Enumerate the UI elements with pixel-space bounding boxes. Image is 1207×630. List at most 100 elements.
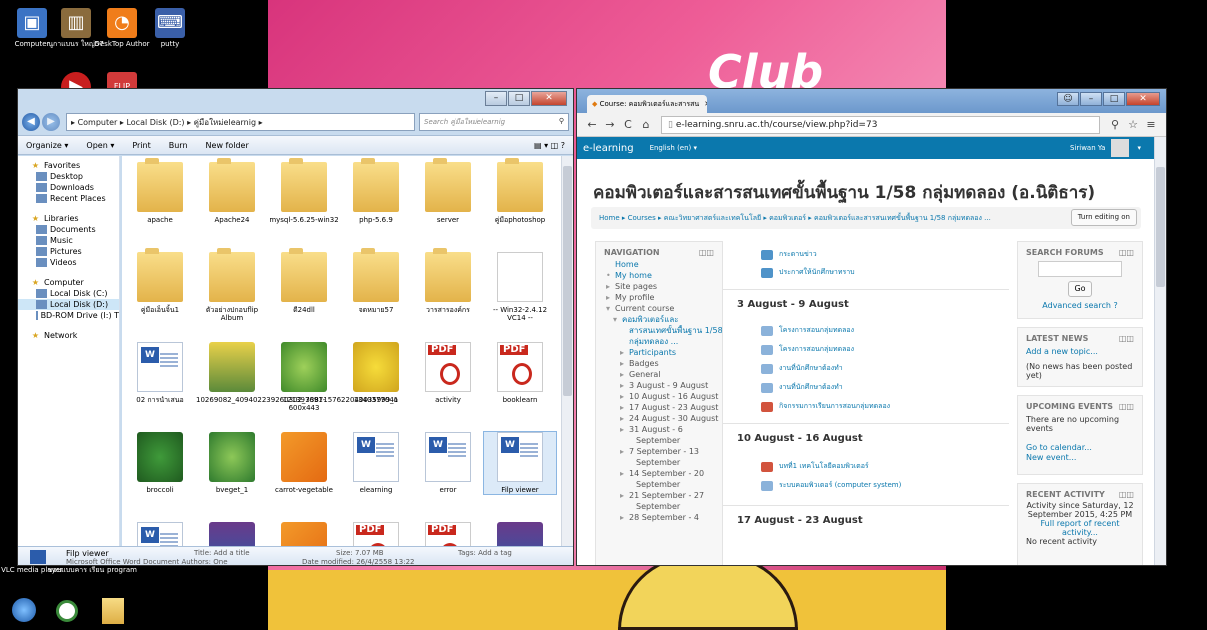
file-item[interactable]: PDF xyxy=(412,522,484,546)
file-item[interactable]: ดี24dll xyxy=(268,248,340,314)
nav-tree-item[interactable]: Home xyxy=(606,259,722,270)
nav-item[interactable]: ★ Computer xyxy=(18,277,119,288)
chevron-down-icon[interactable]: ▾ xyxy=(1137,144,1141,152)
minimize-icon[interactable]: – xyxy=(485,91,507,106)
file-item[interactable]: 10269082_409402239260302_338715762204003… xyxy=(196,342,398,404)
nav-item[interactable]: Documents xyxy=(18,224,119,235)
nav-tree-item[interactable]: ▸ My profile xyxy=(606,292,722,303)
file-item[interactable]: PDF xyxy=(340,522,412,546)
site-name-link[interactable]: e-learning xyxy=(583,143,634,154)
block-controls-icon[interactable]: ◫◫ xyxy=(1119,248,1134,257)
breadcrumb-item[interactable]: คอมพิวเตอร์และสารสนเทศขั้นพื้นฐาน 1/58 ก… xyxy=(814,214,991,222)
seal-icon[interactable] xyxy=(56,600,78,622)
nav-item[interactable]: ★ Libraries xyxy=(18,213,119,224)
new-event-link[interactable]: New event... xyxy=(1018,452,1142,463)
turn-editing-on-button[interactable]: Turn editing on xyxy=(1070,209,1137,226)
details-title[interactable]: Title: Add a title xyxy=(194,549,250,557)
breadcrumb-item[interactable]: Home xyxy=(599,214,620,222)
nav-tree-item[interactable]: September xyxy=(606,501,722,512)
avatar[interactable] xyxy=(1111,139,1130,157)
organize-button[interactable]: Organize ▾ xyxy=(26,141,68,150)
nav-tree-item[interactable]: September xyxy=(606,435,722,446)
activity-link[interactable]: ระบบคอมพิวเตอร์ (computer system) xyxy=(761,480,901,491)
close-icon[interactable]: ✕ xyxy=(531,91,567,106)
nav-item[interactable]: Desktop xyxy=(18,171,119,182)
file-item[interactable]: -- Win32-2.4.12 VC14 -- xyxy=(484,252,556,322)
explorer-titlebar[interactable]: – □ ✕ xyxy=(18,89,573,111)
full-report-link[interactable]: Full report of recent activity... xyxy=(1018,519,1142,537)
nav-item[interactable]: Downloads xyxy=(18,182,119,193)
forward-icon[interactable]: ▶ xyxy=(42,113,60,131)
nav-tree-item[interactable]: ▸ General xyxy=(606,369,722,380)
zoom-icon[interactable]: ⚲ xyxy=(1106,118,1124,131)
go-button[interactable]: Go xyxy=(1068,281,1092,297)
file-item[interactable]: คู่มือphotoshop xyxy=(484,158,556,224)
file-item[interactable]: Werror xyxy=(412,432,484,494)
nav-item[interactable]: Videos xyxy=(18,257,119,268)
nav-tree-item[interactable]: ▸ 21 September - 27 xyxy=(606,490,722,501)
address-bar[interactable]: ▸ Computer ▸ Local Disk (D:) ▸ คู่มือใหม… xyxy=(66,113,415,131)
user-menu[interactable]: Siriwan Ya xyxy=(1070,144,1106,152)
file-item[interactable] xyxy=(196,522,268,546)
nav-tree-item[interactable]: ▾ คอมพิวเตอร์และ xyxy=(606,314,722,325)
nav-item[interactable]: Music xyxy=(18,235,119,246)
burn-button[interactable]: Burn xyxy=(169,141,188,150)
breadcrumb-item[interactable]: Courses xyxy=(628,214,656,222)
block-controls-icon[interactable]: ◫◫ xyxy=(1119,334,1134,343)
search-input[interactable]: Search คู่มือใหม่elearnig ⚲ xyxy=(419,113,569,131)
file-item[interactable]: apache xyxy=(124,158,196,224)
add-topic-link[interactable]: Add a new topic... xyxy=(1018,345,1142,358)
browser-tab[interactable]: ◆ Course: คอมพิวเตอร์และสารสน ✕ xyxy=(587,95,707,113)
advanced-search-link[interactable]: Advanced search xyxy=(1042,301,1111,310)
new-folder-button[interactable]: New folder xyxy=(206,141,249,150)
star-icon[interactable]: ☆ xyxy=(1124,118,1142,131)
nav-tree-item[interactable]: กลุ่มทดลอง ... xyxy=(606,336,722,347)
desktop-icon-program[interactable]: program xyxy=(90,566,154,574)
path-segment[interactable]: Local Disk (D:) xyxy=(126,118,184,127)
maximize-icon[interactable]: □ xyxy=(508,91,530,106)
nav-tree-item[interactable]: September xyxy=(606,457,722,468)
open-button[interactable]: Open ▾ xyxy=(86,141,114,150)
maximize-icon[interactable]: □ xyxy=(1103,92,1125,106)
language-menu[interactable]: English (en) ▾ xyxy=(650,144,697,152)
desktop-icon-putty[interactable]: ⌨ putty xyxy=(138,8,202,48)
file-item[interactable]: W xyxy=(124,522,196,546)
tab-close-icon[interactable]: ✕ xyxy=(704,100,707,108)
help-icon[interactable]: ? xyxy=(1113,301,1117,310)
nav-tree-item[interactable]: ▸ Site pages xyxy=(606,281,722,292)
file-item[interactable]: คู่มือเอ็นจิ้น1 xyxy=(124,248,196,314)
file-item[interactable]: ตัวอย่างปกอบflip Album xyxy=(196,248,268,322)
nav-item[interactable]: ★ Network xyxy=(18,330,119,341)
file-item[interactable]: carrot-vegetable xyxy=(268,432,340,494)
file-item[interactable] xyxy=(484,522,556,546)
file-item[interactable]: W Filp viewer xyxy=(483,431,557,495)
file-item[interactable]: W 02 การนำเสนอ xyxy=(124,342,196,404)
file-grid-scrollbar[interactable] xyxy=(561,156,573,546)
block-controls-icon[interactable]: ◫◫ xyxy=(1119,490,1134,499)
network-globe-icon[interactable] xyxy=(12,598,36,622)
file-item[interactable]: Apache24 xyxy=(196,158,268,224)
nav-item[interactable]: Recent Places xyxy=(18,193,119,204)
back-icon[interactable]: ◀ xyxy=(22,113,40,131)
forward-icon[interactable]: → xyxy=(601,118,619,131)
browser-scrollbar[interactable] xyxy=(1154,137,1166,565)
nav-tree-item[interactable]: ▸ 10 August - 16 August xyxy=(606,391,722,402)
file-item[interactable]: PDF booklearn xyxy=(484,342,556,404)
activity-link[interactable]: โครงการสอนกลุ่มทดลอง xyxy=(761,325,854,336)
block-controls-icon[interactable]: ◫◫ xyxy=(699,248,714,257)
path-segment[interactable]: Computer xyxy=(78,118,118,127)
file-item[interactable]: php-5.6.9 xyxy=(340,158,412,224)
block-controls-icon[interactable]: ◫◫ xyxy=(1119,402,1134,411)
file-item[interactable]: 121397691-600x443 xyxy=(268,342,340,412)
details-tags[interactable]: Tags: Add a tag xyxy=(458,549,512,557)
reload-icon[interactable]: C xyxy=(619,118,637,131)
file-item[interactable]: broccoli xyxy=(124,432,196,494)
back-icon[interactable]: ← xyxy=(583,118,601,131)
breadcrumb-item[interactable]: คณะวิทยาศาสตร์และเทคโนโลยี xyxy=(664,214,761,222)
nav-item[interactable]: ★ Favorites xyxy=(18,160,119,171)
print-button[interactable]: Print xyxy=(132,141,150,150)
activity-link[interactable]: งานที่นักศึกษาต้องทำ xyxy=(761,363,843,374)
nav-tree-item[interactable]: ▸ 31 August - 6 xyxy=(606,424,722,435)
activity-link[interactable]: โครงการสอนกลุ่มทดลอง xyxy=(761,344,854,355)
nav-item[interactable]: Local Disk (C:) xyxy=(18,288,119,299)
